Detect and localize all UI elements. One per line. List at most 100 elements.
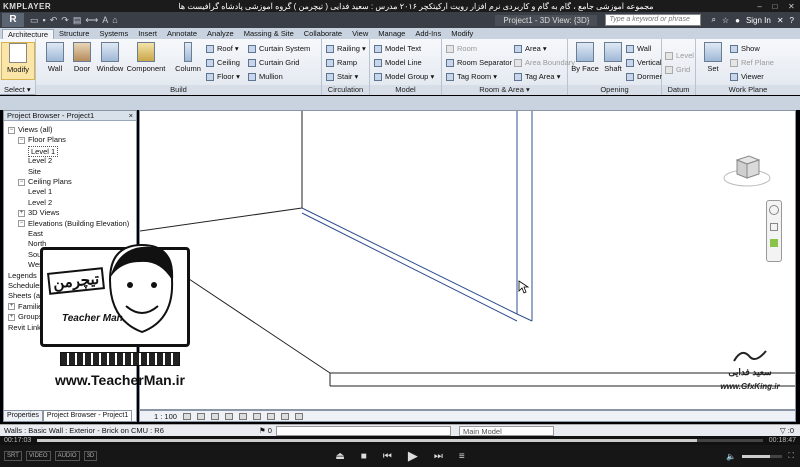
tree-node[interactable]: − Elevations (Building Elevation) — [18, 219, 129, 228]
subscription-icon[interactable]: ☆ — [722, 16, 729, 25]
viewer-button[interactable]: Viewer — [730, 71, 764, 82]
modify-button[interactable]: Modify — [1, 42, 35, 80]
room-button[interactable]: Room — [446, 43, 477, 54]
save-icon[interactable]: ▪ — [43, 15, 46, 26]
area-boundary-button[interactable]: Area Boundary — [514, 57, 575, 68]
chip-srt[interactable]: SRT — [4, 451, 22, 461]
sun-path-icon[interactable] — [210, 412, 219, 420]
minimize-icon[interactable]: – — [757, 2, 761, 11]
lock-view-icon[interactable] — [266, 412, 275, 420]
tab-collaborate[interactable]: Collaborate — [299, 29, 347, 39]
measure-icon[interactable]: ⟷ — [85, 15, 98, 26]
ref-plane-button[interactable]: Ref Plane — [730, 57, 774, 68]
collapse-icon[interactable]: − — [18, 136, 25, 144]
tree-node[interactable]: Level 2 — [28, 156, 52, 165]
search-input[interactable]: Type a keyword or phrase — [605, 14, 702, 26]
crop-view-icon[interactable] — [252, 412, 261, 420]
component-button[interactable]: Component — [126, 42, 166, 80]
tree-node[interactable]: Level 1 — [28, 187, 52, 196]
render-icon[interactable] — [238, 412, 247, 420]
tab-modify[interactable]: Modify — [446, 29, 478, 39]
model-text-button[interactable]: Model Text — [374, 43, 421, 54]
chip-video[interactable]: VIDEO — [25, 451, 51, 461]
tab-add-ins[interactable]: Add-Ins — [410, 29, 446, 39]
expand-icon[interactable]: + — [18, 209, 25, 217]
chip-3d[interactable]: 3D — [83, 451, 98, 461]
show-workplane-button[interactable]: Show — [730, 43, 760, 54]
detail-level-icon[interactable] — [182, 412, 191, 420]
select-dropdown[interactable]: Select ▾ — [4, 85, 31, 95]
previous-icon[interactable]: ⏮ — [383, 451, 392, 462]
tag-room-button[interactable]: Tag Room ▾ — [446, 71, 497, 82]
tab-view[interactable]: View — [347, 29, 373, 39]
viewcube[interactable] — [722, 148, 772, 190]
view-scale[interactable]: 1 : 100 — [154, 412, 177, 421]
tree-node[interactable]: Legends — [8, 271, 37, 280]
tab-massing-site[interactable]: Massing & Site — [239, 29, 299, 39]
tab-structure[interactable]: Structure — [54, 29, 94, 39]
wall-opening-button[interactable]: Wall — [626, 43, 651, 54]
3d-view-icon[interactable]: ⌂ — [112, 15, 117, 26]
hide-isolate-icon[interactable] — [280, 412, 289, 420]
next-icon[interactable]: ⏭ — [434, 451, 443, 462]
chip-audio[interactable]: AUDIO — [54, 451, 80, 461]
fullscreen-icon[interactable]: ⛶ — [788, 451, 794, 461]
tab-analyze[interactable]: Analyze — [202, 29, 239, 39]
design-option-dropdown[interactable]: Main Model — [458, 425, 554, 436]
collapse-icon[interactable]: − — [18, 178, 25, 186]
filter-icon[interactable]: ▽ :0 — [780, 426, 794, 435]
tree-node[interactable]: East — [28, 229, 43, 238]
redo-icon[interactable]: ↷ — [61, 15, 69, 26]
collapse-icon[interactable]: − — [18, 220, 25, 228]
user-icon[interactable]: ● — [735, 16, 740, 25]
help-icon[interactable]: ? — [790, 16, 794, 25]
tree-node[interactable]: + Groups — [8, 312, 43, 321]
tree-node[interactable]: +3D Views — [18, 208, 60, 217]
curtain-grid-button[interactable]: Curtain Grid — [248, 57, 299, 68]
tree-node[interactable]: − Views (all) — [8, 125, 52, 134]
collapse-icon[interactable]: − — [8, 126, 15, 134]
volume-slider[interactable] — [742, 454, 783, 458]
railing-button[interactable]: Railing ▾ — [326, 43, 366, 54]
steering-wheel-icon[interactable] — [769, 205, 779, 215]
application-menu-button[interactable]: R — [2, 13, 24, 27]
sign-in-link[interactable]: Sign In — [746, 16, 771, 25]
model-group-button[interactable]: Model Group ▾ — [374, 71, 434, 82]
tag-area-button[interactable]: Tag Area ▾ — [514, 71, 560, 82]
curtain-system-button[interactable]: Curtain System — [248, 43, 310, 54]
set-button[interactable]: Set — [696, 42, 730, 80]
grid-button[interactable]: Grid — [665, 64, 690, 75]
shaft-button[interactable]: Shaft — [596, 42, 630, 80]
shadows-icon[interactable] — [224, 412, 233, 420]
open-icon[interactable]: ▭ — [30, 15, 39, 26]
expand-icon[interactable]: + — [8, 313, 15, 321]
navigation-bar[interactable] — [766, 200, 782, 262]
tree-node[interactable]: − Ceiling Plans — [18, 177, 72, 186]
maximize-icon[interactable]: □ — [772, 2, 777, 11]
search-icon[interactable]: ⌕ — [711, 15, 715, 25]
stair-button[interactable]: Stair ▾ — [326, 71, 358, 82]
tab-systems[interactable]: Systems — [94, 29, 133, 39]
dormer-button[interactable]: Dormer — [626, 71, 662, 82]
vertical-opening-button[interactable]: Vertical — [626, 57, 662, 68]
stop-icon[interactable]: ■ — [361, 451, 367, 462]
workset-dropdown[interactable] — [275, 425, 451, 436]
tab-project-browser[interactable]: Project Browser - Project1 — [42, 410, 133, 422]
ramp-button[interactable]: Ramp — [326, 57, 357, 68]
exchange-icon[interactable]: ✕ — [777, 16, 784, 25]
panel-label-room-area[interactable]: Room & Area ▾ — [442, 85, 567, 95]
speaker-icon[interactable]: 🔈 — [726, 452, 736, 461]
tab-manage[interactable]: Manage — [373, 29, 410, 39]
tree-node[interactable]: Site — [28, 167, 41, 176]
zoom-region-icon[interactable] — [770, 239, 778, 247]
model-line-button[interactable]: Model Line — [374, 57, 422, 68]
tree-node[interactable]: Level 2 — [28, 198, 52, 207]
close-icon[interactable]: × — [129, 111, 133, 120]
tab-properties[interactable]: Properties — [3, 410, 43, 422]
play-icon[interactable]: ▶ — [408, 448, 418, 464]
expand-icon[interactable]: + — [8, 303, 15, 311]
room-separator-button[interactable]: Room Separator — [446, 57, 512, 68]
undo-icon[interactable]: ↶ — [50, 15, 58, 26]
text-icon[interactable]: A — [102, 15, 108, 26]
tree-node[interactable]: − Floor Plans — [18, 135, 66, 144]
